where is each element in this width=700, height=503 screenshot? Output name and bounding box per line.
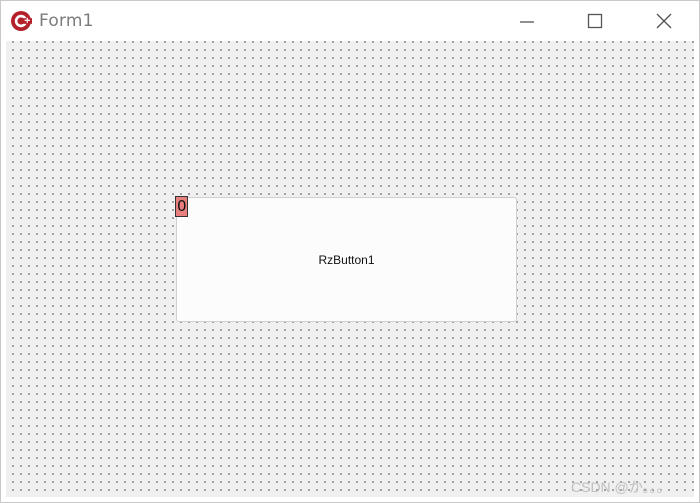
tab-order-badge: 0: [175, 196, 188, 217]
cpp-builder-icon: [10, 10, 32, 32]
close-icon: [656, 13, 672, 29]
maximize-button[interactable]: [561, 1, 629, 41]
minimize-icon: [520, 21, 534, 23]
designer-grid-surface[interactable]: RzButton1 0: [6, 41, 694, 497]
rzbutton1[interactable]: RzButton1: [176, 197, 517, 322]
window-title: Form1: [39, 11, 94, 31]
watermark-text: CSDN @か。。。: [571, 479, 671, 495]
title-bar[interactable]: Form1: [1, 1, 699, 41]
rzbutton1-caption: RzButton1: [318, 252, 375, 267]
form-window: Form1 RzButton1 0: [0, 0, 700, 503]
minimize-button[interactable]: [493, 1, 561, 41]
maximize-icon: [587, 13, 603, 29]
close-button[interactable]: [630, 1, 698, 41]
